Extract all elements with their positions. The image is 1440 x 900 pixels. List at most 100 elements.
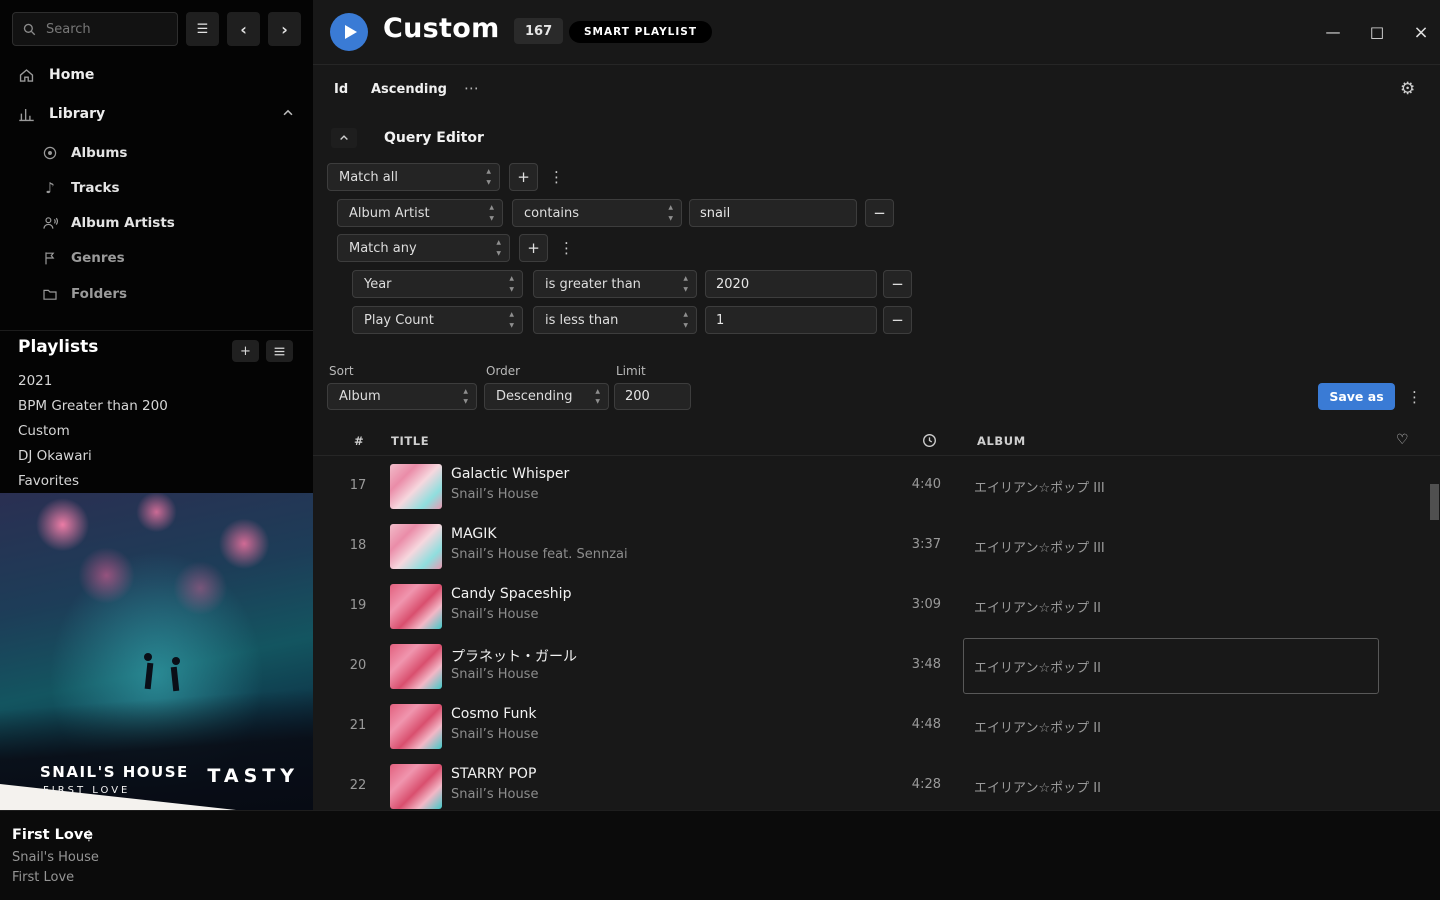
track-artist: Snail’s House	[451, 487, 538, 502]
playlist-list-view-button[interactable]	[266, 340, 293, 362]
table-row[interactable]: 19 Candy Spaceship Snail’s House 3:09 エイ…	[313, 576, 1440, 636]
rule-operator-select[interactable]: is less than	[533, 306, 697, 334]
remove-rule-button[interactable]: −	[865, 199, 894, 227]
album-column-header[interactable]: ALBUM	[977, 434, 1026, 448]
scrollbar-thumb[interactable]	[1430, 484, 1439, 520]
cover-art-figure	[171, 667, 179, 691]
rule-value-input[interactable]	[705, 270, 877, 298]
play-playlist-button[interactable]	[330, 13, 368, 51]
favorite-column-icon[interactable]: ♡	[1396, 432, 1409, 448]
search-input[interactable]	[44, 21, 168, 38]
select-value: Play Count	[364, 313, 434, 328]
chevron-up-icon[interactable]	[281, 106, 295, 120]
app-window: ☰ ‹ › Home Library Albums ♪ Tracks	[0, 0, 1440, 900]
chevron-right-icon: ›	[281, 20, 288, 39]
group-menu-icon[interactable]: ⋮	[549, 168, 563, 186]
now-playing-title: First Love	[12, 827, 93, 843]
limit-input[interactable]	[614, 383, 691, 410]
sidebar-item-label: Home	[49, 67, 94, 83]
track-album[interactable]: エイリアン☆ポップ II	[974, 717, 1101, 736]
more-options-icon[interactable]: ⋯	[464, 79, 479, 97]
sidebar-item-album-artists[interactable]: Album Artists	[42, 206, 175, 240]
add-playlist-button[interactable]: +	[232, 340, 259, 362]
track-album[interactable]: エイリアン☆ポップ III	[974, 537, 1105, 556]
album-art-thumbnail	[390, 704, 442, 749]
maximize-button[interactable]: □	[1365, 20, 1389, 44]
order-select[interactable]: Descending	[484, 383, 609, 410]
rule-operator-select[interactable]: contains	[512, 199, 682, 227]
track-duration: 3:48	[861, 657, 941, 672]
match-mode-select[interactable]: Match all	[327, 163, 500, 191]
add-rule-button[interactable]: +	[509, 163, 538, 191]
sort-field-button[interactable]: Id	[334, 82, 348, 97]
track-list: 17 Galactic Whisper Snail’s House 4:40 エ…	[313, 456, 1440, 810]
remove-rule-button[interactable]: −	[883, 306, 912, 334]
rule-value-input[interactable]	[689, 199, 857, 227]
title-column-header[interactable]: TITLE	[391, 434, 429, 448]
table-row[interactable]: 22 STARRY POP Snail’s House 4:28 エイリアン☆ポ…	[313, 756, 1440, 810]
sidebar-item-genres[interactable]: Genres	[42, 241, 125, 275]
table-row[interactable]: 21 Cosmo Funk Snail’s House 4:48 エイリアン☆ポ…	[313, 696, 1440, 756]
sidebar-divider	[0, 330, 313, 331]
rule-field-select[interactable]: Year	[352, 270, 523, 298]
select-value: Match any	[349, 241, 417, 256]
track-album[interactable]: エイリアン☆ポップ II	[974, 597, 1101, 616]
table-row[interactable]: 20 プラネット・ガール Snail’s House 3:48 エイリアン☆ポッ…	[313, 636, 1440, 696]
rule-value-input[interactable]	[705, 306, 877, 334]
track-album[interactable]: エイリアン☆ポップ II	[974, 777, 1101, 796]
select-value: contains	[524, 206, 579, 221]
forward-button[interactable]: ›	[268, 12, 301, 46]
duration-column-icon[interactable]	[922, 433, 937, 448]
track-title: MAGIK	[451, 526, 497, 542]
remove-rule-button[interactable]: −	[883, 270, 912, 298]
library-icon	[18, 106, 35, 123]
player-bar: First Love ⋮ Snail's House First Love 0:…	[0, 810, 1440, 900]
track-number: 22	[343, 778, 373, 793]
save-as-button[interactable]: Save as	[1318, 383, 1395, 410]
sidebar-item-library[interactable]: Library	[18, 97, 105, 131]
back-button[interactable]: ‹	[227, 12, 260, 46]
select-value: Album	[339, 389, 381, 404]
number-column-header[interactable]: #	[354, 434, 364, 448]
cover-artist-text: SNAIL'S HOUSE	[40, 763, 189, 781]
rule-field-select[interactable]: Album Artist	[337, 199, 503, 227]
sort-direction-button[interactable]: Ascending	[371, 82, 447, 97]
now-playing-cover-art[interactable]: SNAIL'S HOUSE FIRST LOVE TASTY	[0, 493, 313, 810]
save-menu-icon[interactable]: ⋮	[1407, 388, 1421, 406]
maximize-icon: □	[1370, 23, 1384, 41]
sort-select[interactable]: Album	[327, 383, 477, 410]
add-rule-button[interactable]: +	[519, 234, 548, 262]
minus-icon: −	[873, 204, 886, 222]
query-editor-collapse-button[interactable]	[331, 128, 357, 148]
search-box[interactable]	[12, 12, 178, 46]
table-row[interactable]: 18 MAGIK Snail’s House feat. Sennzai 3:3…	[313, 516, 1440, 576]
menu-button[interactable]: ☰	[186, 12, 219, 46]
close-icon: ×	[1413, 22, 1428, 43]
playlist-item[interactable]: Favorites	[18, 468, 288, 493]
playlist-item[interactable]: BPM Greater than 200	[18, 393, 288, 418]
rule-field-select[interactable]: Play Count	[352, 306, 523, 334]
rule-operator-select[interactable]: is greater than	[533, 270, 697, 298]
group-menu-icon[interactable]: ⋮	[559, 239, 573, 257]
playlist-item[interactable]: Custom	[18, 418, 288, 443]
track-album[interactable]: エイリアン☆ポップ III	[974, 477, 1105, 496]
select-value: Album Artist	[349, 206, 430, 221]
sidebar-item-albums[interactable]: Albums	[42, 136, 127, 170]
music-note-icon: ♪	[42, 179, 58, 197]
match-mode-select[interactable]: Match any	[337, 234, 510, 262]
artist-icon	[42, 215, 58, 231]
table-row[interactable]: 17 Galactic Whisper Snail’s House 4:40 エ…	[313, 456, 1440, 516]
playlist-item[interactable]: DJ Okawari	[18, 443, 288, 468]
playlist-item[interactable]: 2021	[18, 368, 288, 393]
sidebar-item-tracks[interactable]: ♪ Tracks	[42, 171, 120, 205]
track-album[interactable]: エイリアン☆ポップ II	[974, 657, 1101, 676]
minimize-button[interactable]: —	[1321, 20, 1345, 44]
now-playing-menu-icon[interactable]: ⋮	[82, 828, 96, 844]
select-value: Year	[364, 277, 392, 292]
sidebar-item-folders[interactable]: Folders	[42, 277, 127, 311]
close-button[interactable]: ×	[1409, 20, 1433, 44]
sidebar-item-home[interactable]: Home	[18, 58, 94, 92]
limit-label: Limit	[616, 364, 646, 378]
track-duration: 4:40	[861, 477, 941, 492]
gear-icon[interactable]: ⚙	[1400, 79, 1415, 99]
